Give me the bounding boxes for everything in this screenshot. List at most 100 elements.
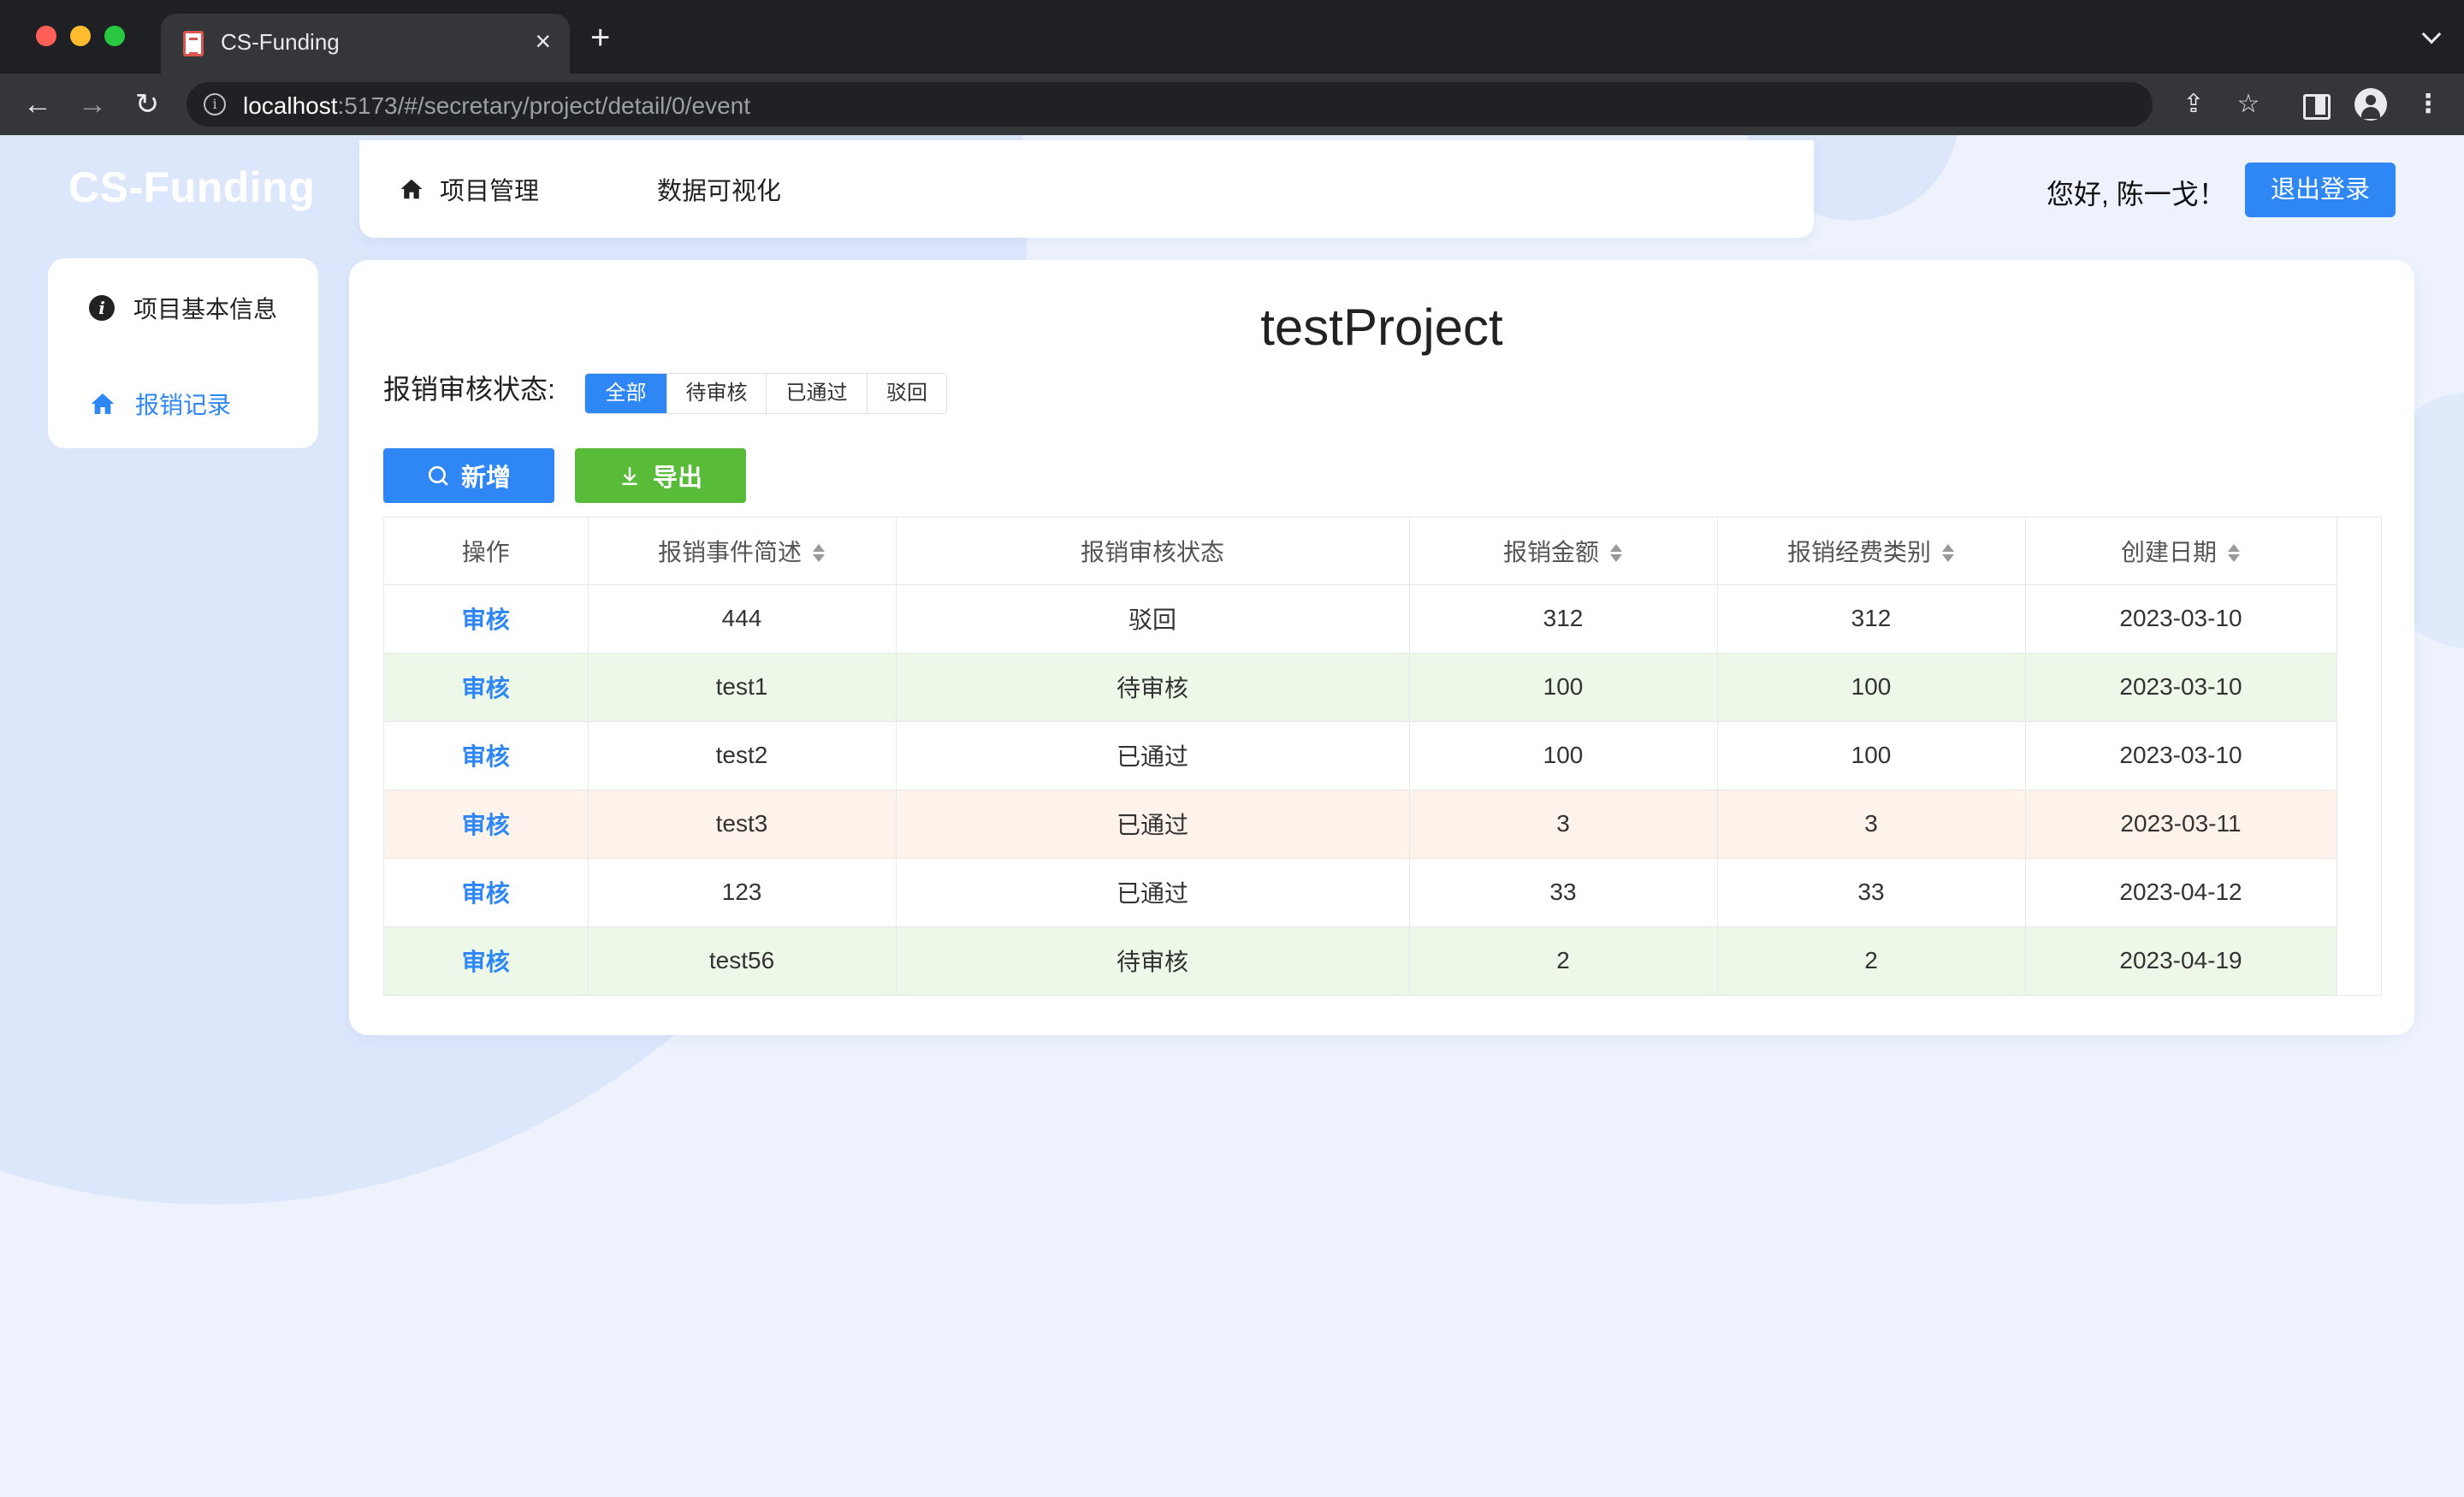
filter-rejected[interactable]: 驳回 [868,374,946,413]
nav-item-data-visualization[interactable]: 数据可视化 [657,171,781,207]
favicon-icon [183,31,204,56]
nav-item-project-management[interactable]: 项目管理 [399,171,539,207]
review-link[interactable]: 审核 [384,926,589,996]
cell-date: 2023-03-10 [2025,721,2337,790]
column-header-description[interactable]: 报销事件简述 [588,518,897,585]
column-header-category[interactable]: 报销经费类别 [1717,518,2026,585]
export-button-label: 导出 [652,464,702,492]
cell-category: 3 [1717,790,2026,859]
address-bar[interactable]: i localhost:5173/#/secretary/project/det… [187,82,2153,127]
filter-all[interactable]: 全部 [585,374,667,413]
cell-category: 100 [1717,721,2026,790]
column-label: 报销金额 [1502,538,1599,565]
sort-icon[interactable] [1941,542,1955,565]
sort-icon[interactable] [1609,542,1623,565]
logout-button[interactable]: 退出登录 [2245,163,2396,217]
table-header-row: 操作 报销事件简述 报销审核状态 报销金额 报销经费类别 创建日期 [384,518,2337,585]
home-icon [91,393,115,414]
sidebar-item-project-info[interactable]: i 项目基本信息 [89,291,277,325]
column-label: 报销经费类别 [1786,538,1931,565]
filter-pending[interactable]: 待审核 [667,374,767,413]
column-header-status: 报销审核状态 [896,518,1410,585]
cell-date: 2023-04-19 [2025,926,2337,996]
new-tab-button[interactable]: + [590,21,610,55]
bookmark-star-icon[interactable]: ☆ [2233,89,2264,120]
table-row: 审核 123 已通过 33 33 2023-04-12 [384,858,2337,927]
url-text[interactable]: localhost:5173/#/secretary/project/detai… [243,92,750,120]
cell-date: 2023-03-11 [2025,790,2337,859]
column-label: 报销审核状态 [1080,538,1224,565]
column-header-date[interactable]: 创建日期 [2025,518,2337,585]
cell-amount: 3 [1409,790,1718,859]
cell-amount: 100 [1409,721,1718,790]
sidebar-item-reimbursement-records[interactable]: 报销记录 [89,387,231,421]
cell-date: 2023-03-10 [2025,584,2337,654]
table-row: 审核 test2 已通过 100 100 2023-03-10 [384,721,2337,790]
add-button[interactable]: 新增 [383,448,554,503]
table-row: 审核 test3 已通过 3 3 2023-03-11 [384,790,2337,859]
review-link[interactable]: 审核 [384,790,589,859]
browser-titlebar: CS-Funding × + [0,0,2464,74]
home-icon [400,179,423,199]
back-arrow-icon[interactable]: ← [21,87,55,121]
forward-arrow-icon[interactable]: → [75,87,110,121]
download-icon [622,467,637,485]
cell-description: test1 [588,653,897,722]
reload-icon[interactable]: ↻ [130,87,164,121]
cell-amount: 312 [1409,584,1718,654]
nav-item-label: 项目管理 [440,178,540,205]
app-page: CS-Funding 项目管理 数据可视化 您好, 陈一戈！ 退出登录 i 项目… [0,135,2464,1497]
cell-status: 已通过 [896,721,1410,790]
filter-approved[interactable]: 已通过 [767,374,868,413]
top-navigation: 项目管理 数据可视化 [359,140,1814,238]
cell-date: 2023-03-10 [2025,653,2337,722]
site-info-icon[interactable]: i [204,93,226,115]
column-label: 操作 [461,538,510,565]
profile-avatar-icon[interactable] [2354,88,2387,121]
minimize-window-button[interactable] [70,26,91,46]
export-button[interactable]: 导出 [575,448,746,503]
cell-status: 已通过 [896,790,1410,859]
reimbursement-table: 操作 报销事件简述 报销审核状态 报销金额 报销经费类别 创建日期 审核 444… [383,517,2382,996]
column-label: 创建日期 [2120,538,2217,565]
add-button-label: 新增 [460,464,511,492]
tab-search-chevron-icon[interactable] [2421,24,2442,44]
sidebar-item-label: 报销记录 [135,392,232,418]
sidebar: i 项目基本信息 报销记录 [48,258,318,448]
side-panel-icon[interactable] [2300,89,2331,120]
info-icon: i [89,295,115,321]
cell-category: 100 [1717,653,2026,722]
review-link[interactable]: 审核 [384,584,589,654]
review-link[interactable]: 审核 [384,721,589,790]
cell-status: 待审核 [896,926,1410,996]
cell-status: 驳回 [896,584,1410,654]
app-logo: CS-Funding [68,163,316,211]
browser-toolbar: ← → ↻ i localhost:5173/#/secretary/proje… [0,74,2464,135]
table-row: 审核 test56 待审核 2 2 2023-04-19 [384,926,2337,996]
cell-amount: 2 [1409,926,1718,996]
sort-icon[interactable] [2227,542,2241,565]
browser-tab[interactable]: CS-Funding × [161,14,570,74]
review-link[interactable]: 审核 [384,653,589,722]
cell-status: 待审核 [896,653,1410,722]
cell-description: test3 [588,790,897,859]
review-link[interactable]: 审核 [384,858,589,927]
column-header-action: 操作 [384,518,589,585]
table-row: 审核 444 驳回 312 312 2023-03-10 [384,584,2337,654]
page-title: testProject [1260,299,1503,356]
kebab-menu-icon[interactable]: ⋮ [2413,89,2443,120]
cell-category: 33 [1717,858,2026,927]
nav-item-label: 数据可视化 [657,178,782,205]
tab-title: CS-Funding [221,29,340,55]
tab-close-icon[interactable]: × [535,26,551,56]
url-host: localhost [243,92,338,119]
maximize-window-button[interactable] [104,26,125,46]
close-window-button[interactable] [36,26,56,46]
user-greeting: 您好, 陈一戈！ [2046,179,2226,210]
sort-icon[interactable] [812,542,826,565]
sidebar-item-label: 项目基本信息 [133,296,278,322]
search-icon [428,465,448,486]
column-header-amount[interactable]: 报销金额 [1409,518,1718,585]
share-icon[interactable]: ⇪ [2178,89,2209,120]
cell-amount: 33 [1409,858,1718,927]
